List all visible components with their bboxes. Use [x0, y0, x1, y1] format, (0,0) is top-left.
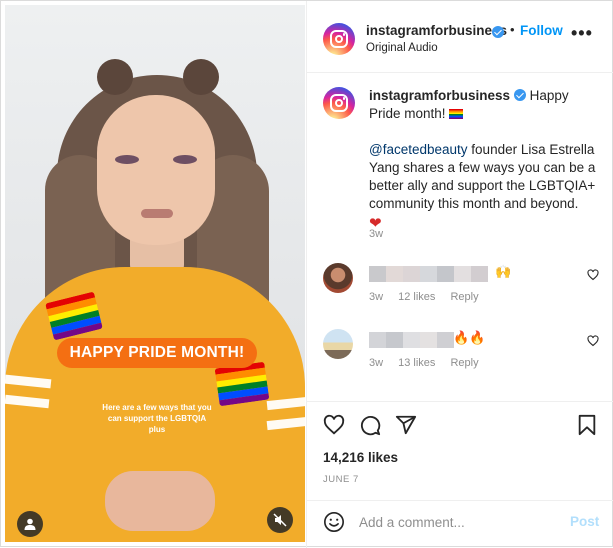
like-heart-icon[interactable]	[323, 414, 345, 436]
comment-username-blurred[interactable]	[369, 266, 488, 282]
comment-age: 3w	[369, 291, 384, 303]
comment-age: 3w	[369, 357, 384, 369]
post-details-panel: instagramforbusiness • Follow Original A…	[306, 1, 613, 548]
video-person-eye-left	[115, 155, 139, 164]
comment-emoji: 🔥🔥	[453, 330, 486, 345]
caption-author-avatar[interactable]	[323, 87, 355, 119]
caption-age: 3w	[369, 228, 384, 240]
paper-plane-icon[interactable]	[395, 414, 417, 436]
comment-meta: 3w 13 likes Reply	[369, 357, 491, 369]
comment-emoji: 🙌	[495, 264, 512, 279]
header-separator: •	[510, 22, 515, 37]
bookmark-icon[interactable]	[577, 414, 597, 436]
comment-like-heart-icon[interactable]	[587, 269, 599, 281]
caption-username[interactable]: instagramforbusiness	[369, 88, 510, 103]
commenter-avatar[interactable]	[323, 263, 353, 293]
smiley-icon[interactable]	[323, 511, 345, 533]
comment-likes[interactable]: 12 likes	[398, 291, 435, 303]
comment-username-blurred[interactable]	[369, 332, 454, 348]
video-person-lips	[141, 209, 173, 218]
tagged-users-button[interactable]	[17, 511, 43, 537]
author-username[interactable]: instagramforbusiness	[366, 23, 507, 38]
caption-mention[interactable]: @facetedbeauty	[369, 142, 468, 157]
post-actions: 14,216 likes JUNE 7 Post	[307, 401, 613, 541]
post-comment-button[interactable]: Post	[570, 514, 599, 529]
verified-badge-icon	[492, 26, 504, 38]
comment-meta: 3w 12 likes Reply	[369, 291, 491, 303]
instagram-logo-icon	[330, 94, 348, 112]
add-comment-bar: Post	[307, 500, 613, 542]
comment-like-heart-icon[interactable]	[587, 335, 599, 347]
comment-reply-button[interactable]: Reply	[450, 357, 478, 369]
commenter-avatar[interactable]	[323, 329, 353, 359]
video-person-bun-right	[183, 59, 219, 95]
mute-button[interactable]	[267, 507, 293, 533]
video-person-face	[97, 95, 215, 245]
follow-button[interactable]: Follow	[520, 23, 563, 38]
comment-reply-button[interactable]: Reply	[450, 291, 478, 303]
user-tag-icon	[24, 518, 36, 530]
pride-flag-sticker	[214, 361, 270, 407]
video-person-hands	[105, 471, 215, 531]
comment-item: 🔥🔥 3w 13 likes Reply	[323, 329, 605, 379]
comment-likes[interactable]: 13 likes	[398, 357, 435, 369]
video-overlay-text: Here are a few ways that you can support…	[102, 403, 212, 434]
caption-paragraph: @facetedbeauty founder Lisa Estrella Yan…	[369, 141, 601, 233]
more-options-icon[interactable]: •••	[571, 24, 595, 45]
post-video[interactable]: HAPPY PRIDE MONTH! Here are a few ways t…	[5, 5, 305, 542]
video-person-eye-right	[173, 155, 197, 164]
add-comment-input[interactable]	[359, 509, 559, 535]
instagram-logo-icon	[330, 30, 348, 48]
post-header: instagramforbusiness • Follow Original A…	[307, 1, 613, 73]
likes-count[interactable]: 14,216 likes	[323, 450, 398, 465]
audio-label[interactable]: Original Audio	[366, 42, 438, 54]
heart-emoji-icon: ❤	[369, 215, 382, 232]
verified-badge-icon	[513, 89, 526, 101]
post-date: JUNE 7	[323, 474, 359, 485]
comment-bubble-icon[interactable]	[359, 414, 381, 436]
pride-banner: HAPPY PRIDE MONTH!	[57, 338, 257, 368]
author-avatar[interactable]	[323, 23, 355, 55]
pride-flag-emoji-icon	[449, 109, 464, 119]
video-person-bun-left	[97, 59, 133, 95]
comment-item: 🙌 3w 12 likes Reply	[323, 263, 605, 313]
post-dialog: HAPPY PRIDE MONTH! Here are a few ways t…	[0, 0, 613, 548]
caption-body: instagramforbusiness Happy Pride month! …	[369, 87, 601, 233]
muted-speaker-icon	[273, 513, 287, 527]
